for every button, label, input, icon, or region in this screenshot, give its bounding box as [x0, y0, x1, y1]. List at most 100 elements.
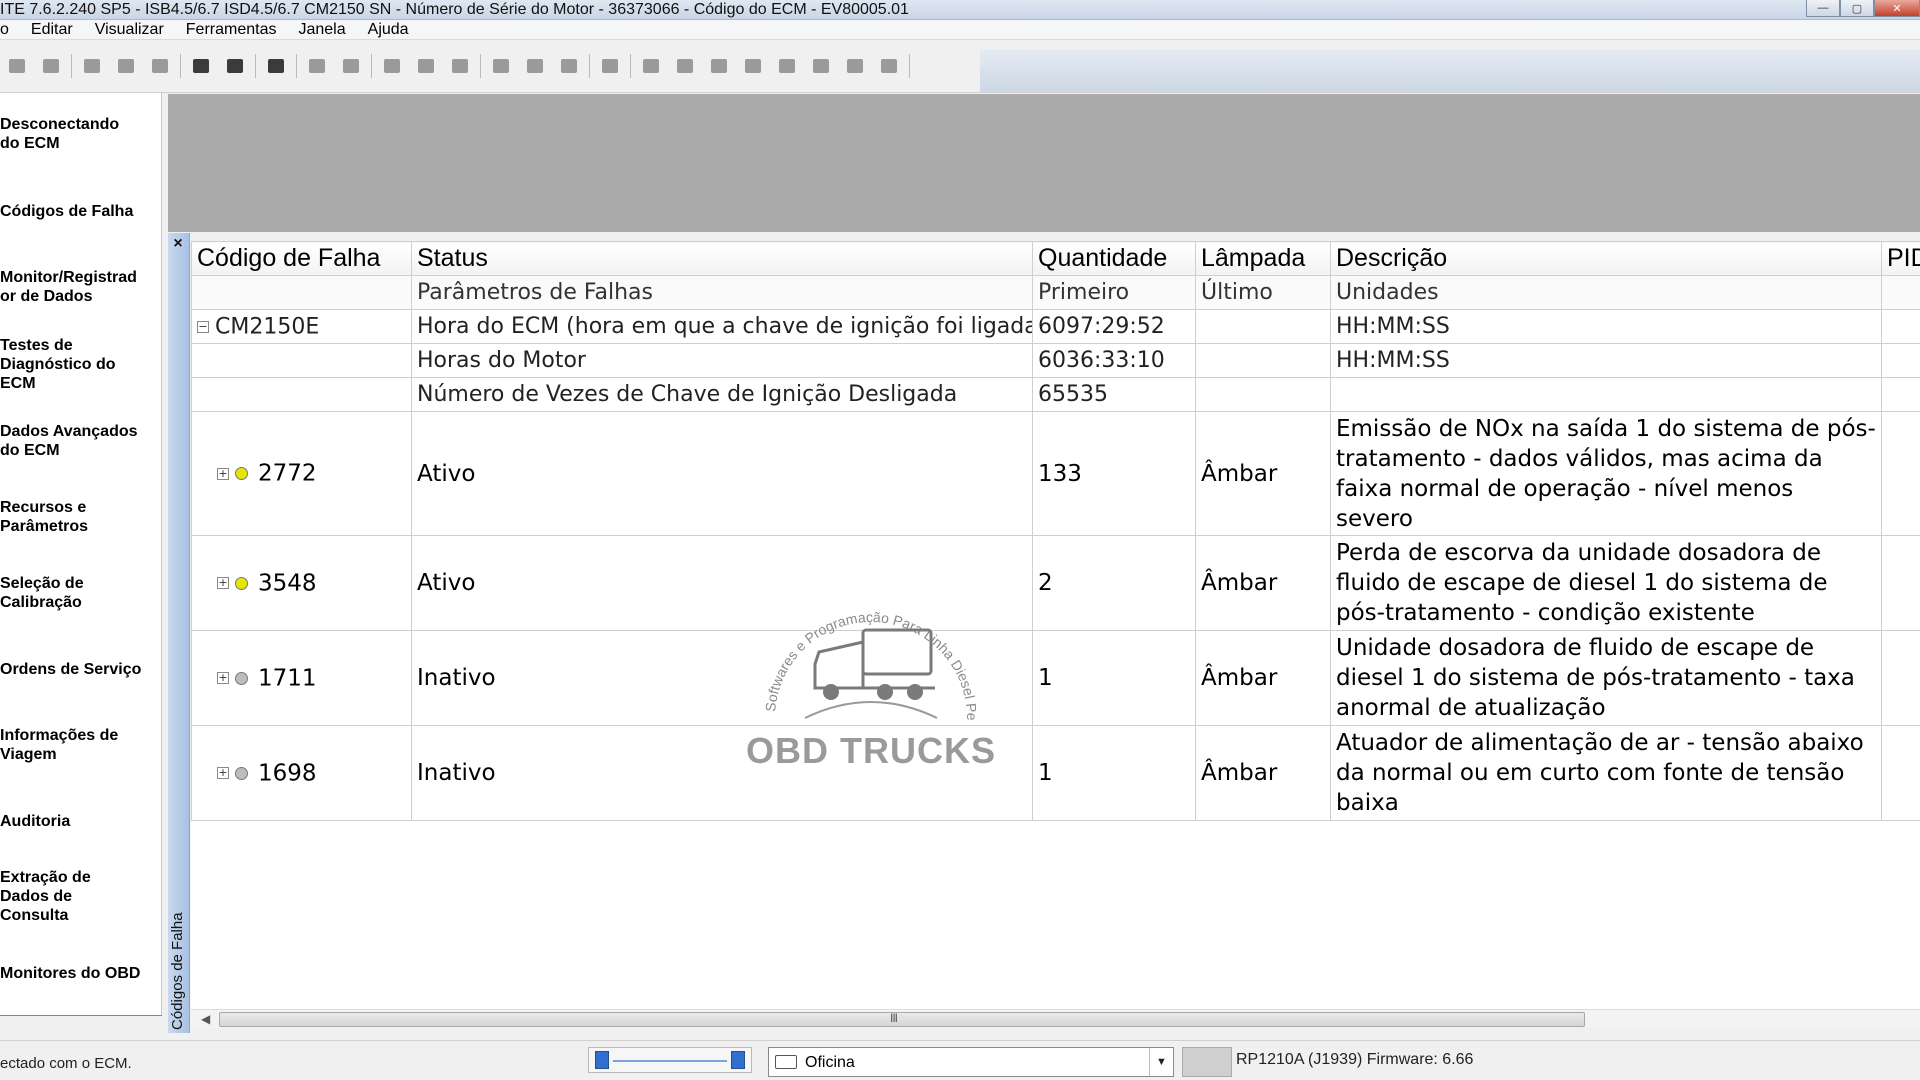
nav-desconectando[interactable]: Desconectando do ECM — [0, 115, 160, 153]
param-first: 6036:33:10 — [1032, 343, 1196, 378]
ecm-param-row[interactable]: − CM2150E Hora do ECM (hora em que a chav… — [191, 309, 1920, 344]
find-icon[interactable] — [266, 56, 286, 76]
close-window-button[interactable]: ✕ — [1874, 0, 1920, 17]
subheader-ultimo: Último — [1195, 275, 1331, 310]
ecm-param-row[interactable]: Número de Vezes de Chave de Ignição Desl… — [191, 377, 1920, 412]
pause-icon[interactable] — [743, 56, 763, 76]
maximize-button[interactable]: ▢ — [1840, 0, 1874, 17]
fault-code: 2772 — [258, 460, 317, 487]
nav-informacoes-viagem[interactable]: Informações de Viagem — [0, 726, 160, 764]
expand-icon[interactable]: + — [217, 767, 229, 780]
menu-ajuda[interactable]: Ajuda — [357, 21, 420, 39]
fault-status: Inativo — [411, 630, 1033, 726]
report-icon[interactable] — [491, 56, 511, 76]
horizontal-scrollbar[interactable]: ◀ III — [191, 1009, 1920, 1028]
status-indicator-icon — [235, 766, 248, 780]
toolbar-separator — [480, 54, 481, 78]
stop-icon[interactable] — [777, 56, 797, 76]
nav-dados-avancados[interactable]: Dados Avançados do ECM — [0, 422, 160, 460]
print-icon[interactable] — [191, 56, 211, 76]
minimize-button[interactable]: — — [1806, 0, 1840, 17]
play-icon[interactable] — [709, 56, 729, 76]
param-last — [1195, 309, 1331, 344]
toolbar-separator — [909, 54, 910, 78]
scrollbar-thumb[interactable]: III — [219, 1011, 1585, 1027]
fault-lamp: Âmbar — [1195, 535, 1331, 631]
fault-code-cell: +1711 — [191, 630, 412, 726]
expand-icon[interactable]: + — [217, 672, 229, 685]
paste-icon-glyph — [152, 59, 168, 73]
report-icon-glyph — [493, 59, 509, 73]
nav-recursos-parametros[interactable]: Recursos e Parâmetros — [0, 498, 160, 536]
page-icon[interactable] — [600, 56, 620, 76]
nav-ordens-servico[interactable]: Ordens de Serviço — [0, 660, 160, 679]
record-icon[interactable] — [641, 56, 661, 76]
menu-bar: o Editar Visualizar Ferramentas Janela A… — [0, 20, 1920, 40]
col-header-status[interactable]: Status — [411, 241, 1033, 276]
paste-icon[interactable] — [150, 56, 170, 76]
menu-editar[interactable]: Editar — [20, 21, 84, 39]
nav-codigos-de-falha[interactable]: Códigos de Falha — [0, 202, 160, 221]
param-units — [1330, 377, 1882, 412]
filter-icon[interactable] — [559, 56, 579, 76]
col-header-pid[interactable]: PID — [1881, 241, 1920, 276]
fault-pid — [1881, 630, 1920, 726]
disconnect-icon-glyph — [43, 59, 59, 73]
connect-icon[interactable] — [7, 56, 27, 76]
col-header-lampada[interactable]: Lâmpada — [1195, 241, 1331, 276]
fault-status: Inativo — [411, 725, 1033, 821]
refresh-icon[interactable] — [307, 56, 327, 76]
fault-status: Ativo — [411, 411, 1033, 536]
back-icon[interactable] — [382, 56, 402, 76]
ecm-header-panel — [168, 94, 1920, 232]
tools-icon-glyph — [343, 59, 359, 73]
nav-testes-diagnostico[interactable]: Testes de Diagnóstico do ECM — [0, 336, 160, 393]
close-panel-icon[interactable]: × — [170, 236, 186, 252]
save-icon[interactable] — [450, 56, 470, 76]
fault-status: Ativo — [411, 535, 1033, 631]
menu-visualizar[interactable]: Visualizar — [84, 21, 175, 39]
fault-row[interactable]: +1698 Inativo 1 Âmbar Atuador de aliment… — [191, 725, 1920, 821]
param-first: 6097:29:52 — [1032, 309, 1196, 344]
nav-auditoria[interactable]: Auditoria — [0, 812, 160, 831]
filter-icon-glyph — [561, 59, 577, 73]
export-icon[interactable] — [525, 56, 545, 76]
fault-row[interactable]: +1711 Inativo 1 Âmbar Unidade dosadora d… — [191, 630, 1920, 726]
col-header-codigo[interactable]: Código de Falha — [191, 241, 412, 276]
pause-icon-glyph — [745, 59, 761, 73]
col-header-descricao[interactable]: Descrição — [1330, 241, 1882, 276]
clear-icon[interactable] — [811, 56, 831, 76]
fault-row[interactable]: +3548 Ativo 2 Âmbar Perda de escorva da … — [191, 535, 1920, 631]
copy-icon[interactable] — [116, 56, 136, 76]
monitor-icon[interactable] — [675, 56, 695, 76]
nav-monitores-obd[interactable]: Monitores do OBD — [0, 964, 160, 983]
print-preview-icon[interactable] — [225, 56, 245, 76]
edit-icon[interactable] — [879, 56, 899, 76]
fault-description: Atuador de alimentação de ar - tensão ab… — [1330, 725, 1882, 821]
fault-row[interactable]: +2772 Ativo 133 Âmbar Emissão de NOx na … — [191, 411, 1920, 536]
cut-icon[interactable] — [82, 56, 102, 76]
tools-icon[interactable] — [341, 56, 361, 76]
expand-icon[interactable]: + — [217, 577, 229, 590]
toolbar-separator — [371, 54, 372, 78]
col-header-quantidade[interactable]: Quantidade — [1032, 241, 1196, 276]
nav-monitor-registrador[interactable]: Monitor/Registrad or de Dados — [0, 268, 160, 306]
collapse-icon[interactable]: − — [197, 320, 209, 333]
fault-description: Perda de escorva da unidade dosadora de … — [1330, 535, 1882, 631]
location-select[interactable]: Oficina ▼ — [768, 1047, 1174, 1077]
menu-ferramentas[interactable]: Ferramentas — [175, 21, 288, 39]
menu-janela[interactable]: Janela — [287, 21, 356, 39]
ecm-data-icon[interactable] — [416, 56, 436, 76]
monitor-icon-glyph — [677, 59, 693, 73]
nav-selecao-calibracao[interactable]: Seleção de Calibração — [0, 574, 160, 612]
scroll-left-icon[interactable]: ◀ — [201, 1012, 210, 1026]
param-units: HH:MM:SS — [1330, 309, 1882, 344]
param-name: Número de Vezes de Chave de Ignição Desl… — [411, 377, 1033, 412]
expand-icon[interactable]: + — [217, 467, 229, 480]
chevron-down-icon[interactable]: ▼ — [1149, 1048, 1173, 1076]
ecm-param-row[interactable]: Horas do Motor 6036:33:10 HH:MM:SS — [191, 343, 1920, 378]
disconnect-icon[interactable] — [41, 56, 61, 76]
snapshot-icon[interactable] — [845, 56, 865, 76]
nav-extracao-dados[interactable]: Extração de Dados de Consulta — [0, 868, 160, 925]
menu-arquivo[interactable]: o — [0, 21, 20, 39]
